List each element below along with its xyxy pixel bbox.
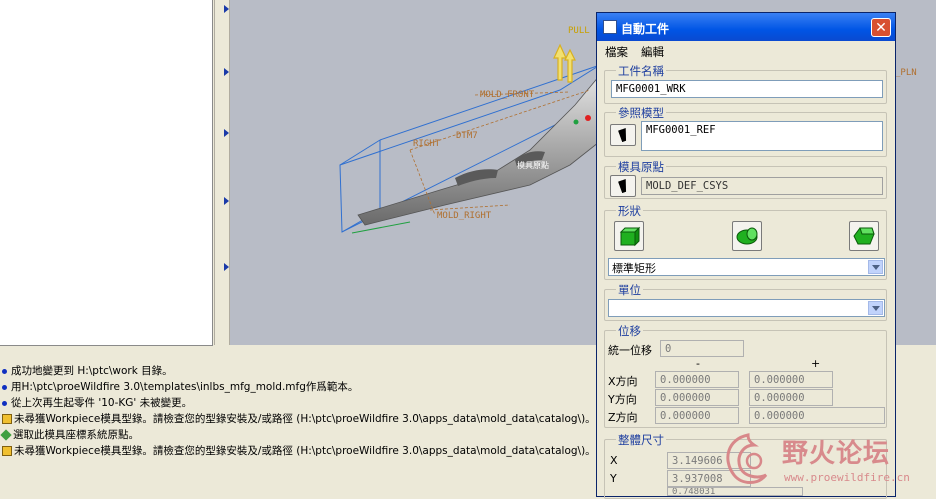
overall-size-label: 整體尺寸 xyxy=(616,432,666,448)
workpiece-name-label: 工件名稱 xyxy=(616,63,666,79)
watermark-title: 野火论坛 xyxy=(782,439,891,469)
shape-label: 形狀 xyxy=(616,203,643,219)
expand-arrow-icon[interactable] xyxy=(224,197,229,205)
dialog-title: 自動工件 xyxy=(621,22,670,36)
workpiece-name-input[interactable]: MFG0001_WRK xyxy=(611,80,883,98)
y-minus-input[interactable]: 0.000000 xyxy=(655,389,739,406)
close-button[interactable]: ✕ xyxy=(871,18,891,37)
x-direction-label: X方向 xyxy=(608,375,638,388)
pull-direction-arrow xyxy=(553,43,576,83)
expand-arrow-icon[interactable] xyxy=(224,129,229,137)
x-minus-input[interactable]: 0.000000 xyxy=(655,371,739,388)
ref-model-field[interactable]: MFG0001_REF xyxy=(641,121,883,151)
datum-label-mold-right: MOLD_RIGHT xyxy=(437,211,492,221)
custom-shape-button[interactable] xyxy=(849,221,879,251)
watermark: 野火论坛 www.proewildfire.cn xyxy=(718,431,928,491)
offset-label: 位移 xyxy=(616,323,643,339)
z-minus-input[interactable]: 0.000000 xyxy=(655,407,739,424)
csys-label: 模具原點 xyxy=(517,161,549,170)
box-shape-button[interactable] xyxy=(614,221,644,251)
dialog-titlebar[interactable]: 自動工件 ✕ xyxy=(597,13,895,41)
auto-workpiece-dialog: 自動工件 ✕ 檔案 編輯 工件名稱 MFG0001_WRK 參照模型 MFG00… xyxy=(596,12,896,499)
message-line: 未尋獲Workpiece模具型錄。請檢查您的型錄安裝及/或路徑 (H:\ptc\… xyxy=(2,443,596,458)
box-shape-icon xyxy=(619,226,641,247)
prompt-icon xyxy=(0,429,12,441)
chevron-down-icon[interactable] xyxy=(868,260,883,274)
x-size-label: X xyxy=(610,454,618,467)
csys-origin-marker xyxy=(573,119,579,125)
datum-label-pln: _PLN xyxy=(895,68,917,78)
shape-select[interactable]: 標準矩形 xyxy=(608,258,885,276)
warning-icon xyxy=(2,414,12,424)
mold-origin-field: MOLD_DEF_CSYS xyxy=(641,177,883,195)
shape-select-value: 標準矩形 xyxy=(612,262,656,275)
select-ref-model-button[interactable] xyxy=(610,124,636,146)
warning-icon xyxy=(2,446,12,456)
info-bullet-icon xyxy=(2,368,7,374)
csys-origin-marker xyxy=(585,115,591,121)
message-line: 選取此模具座標系統原點。 xyxy=(0,427,139,442)
watermark-url: www.proewildfire.cn xyxy=(784,471,910,484)
ref-model-label: 參照模型 xyxy=(616,105,666,121)
info-bullet-icon xyxy=(2,384,7,390)
z-direction-label: Z方向 xyxy=(608,411,638,424)
datum-label-dtm: DTM7 xyxy=(456,131,478,141)
axis-line xyxy=(351,221,411,234)
dialog-app-icon xyxy=(603,20,617,34)
message-line: 未尋獲Workpiece模具型錄。請檢查您的型錄安裝及/或路徑 (H:\ptc\… xyxy=(2,411,596,426)
datum-label-mold-front: MOLD_FRONT xyxy=(480,90,535,100)
expand-arrow-icon[interactable] xyxy=(224,5,229,13)
menu-edit[interactable]: 編輯 xyxy=(641,44,664,60)
datum-label-right: RIGHT xyxy=(413,139,441,149)
custom-shape-icon xyxy=(853,227,875,245)
plus-column-label: + xyxy=(811,357,821,370)
menu-file[interactable]: 檔案 xyxy=(605,44,628,60)
message-line: 用H:\ptc\proeWildfire 3.0\templates\inlbs… xyxy=(2,379,358,394)
model-tree-panel[interactable] xyxy=(0,0,213,346)
mold-origin-label: 模具原點 xyxy=(616,159,666,175)
info-bullet-icon xyxy=(2,400,7,406)
panel-splitter[interactable] xyxy=(214,0,230,345)
unit-label: 單位 xyxy=(616,282,643,298)
x-plus-input[interactable]: 0.000000 xyxy=(749,371,833,388)
select-origin-button[interactable] xyxy=(610,175,636,197)
uniform-offset-input[interactable]: 0 xyxy=(660,340,744,357)
message-line: 成功地變更到 H:\ptc\work 目錄。 xyxy=(2,363,173,378)
expand-arrow-icon[interactable] xyxy=(224,68,229,76)
message-area: 成功地變更到 H:\ptc\work 目錄。 用H:\ptc\proeWildf… xyxy=(0,346,600,497)
uniform-offset-label: 統一位移 xyxy=(608,344,652,357)
chevron-down-icon[interactable] xyxy=(868,301,883,315)
message-line: 從上次再生起零件 '10-KG' 未被變更。 xyxy=(2,395,192,410)
z-plus-input[interactable]: 0.000000 xyxy=(749,407,885,424)
cylinder-shape-button[interactable] xyxy=(732,221,762,251)
minus-column-label: - xyxy=(696,357,700,370)
pull-label: PULL xyxy=(568,26,590,36)
expand-arrow-icon[interactable] xyxy=(224,263,229,271)
y-direction-label: Y方向 xyxy=(608,393,637,406)
y-plus-input[interactable]: 0.000000 xyxy=(749,389,833,406)
watermark-logo-icon xyxy=(726,433,768,484)
cylinder-shape-icon xyxy=(736,227,758,245)
unit-select[interactable] xyxy=(608,299,885,317)
y-size-label: Y xyxy=(610,472,617,485)
